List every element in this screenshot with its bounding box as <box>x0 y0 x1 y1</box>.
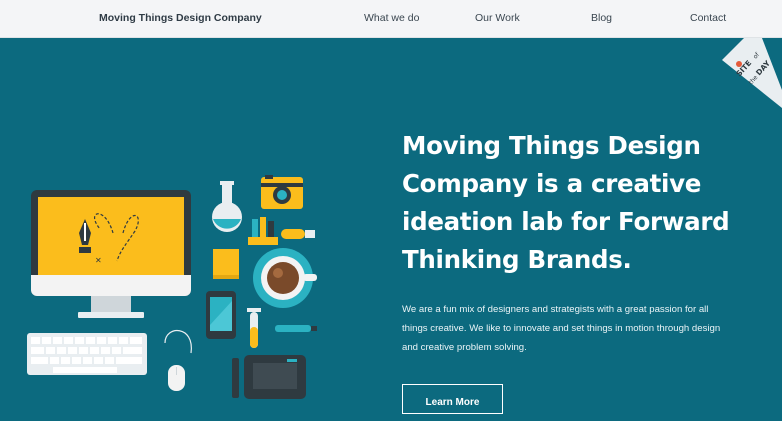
headline-line: Moving Things Design <box>402 131 701 160</box>
svg-text:✕: ✕ <box>95 256 102 265</box>
site-of-the-day-badge[interactable]: SITE of the DAY <box>722 38 782 108</box>
coffee-cup-icon <box>253 248 317 308</box>
test-tube-icon <box>247 308 261 348</box>
usb-drive-icon <box>281 229 315 239</box>
intro-line: things creative. We like to innovate and… <box>402 323 721 334</box>
drawing-tablet-icon <box>232 355 306 399</box>
creative-tools-illustration: ✕ <box>27 175 317 399</box>
learn-more-button[interactable]: Learn More <box>402 384 503 414</box>
headline-line: Company is a creative <box>402 169 702 198</box>
nav-what-we-do[interactable]: What we do <box>364 12 419 24</box>
intro-line: and creative problem solving. <box>402 342 527 353</box>
keyboard-icon <box>27 333 147 375</box>
intro-line: We are a fun mix of designers and strate… <box>402 304 709 315</box>
mouse-icon <box>164 329 192 391</box>
hero-intro-text: We are a fun mix of designers and strate… <box>402 300 774 357</box>
flask-icon <box>212 181 242 232</box>
top-navigation-bar: Moving Things Design Company What we do … <box>0 0 782 38</box>
crayons-icon <box>248 217 278 245</box>
sticky-note-icon <box>213 249 239 279</box>
headline-line: Thinking Brands. <box>402 245 632 274</box>
marker-icon <box>275 325 317 332</box>
hero-headline: Moving Things Design Company is a creati… <box>402 127 732 279</box>
nav-contact[interactable]: Contact <box>690 12 726 24</box>
badge-flower-icon <box>736 61 742 67</box>
camera-icon <box>261 175 303 209</box>
smartphone-icon <box>206 291 236 339</box>
brand-name[interactable]: Moving Things Design Company <box>99 12 262 24</box>
desktop-monitor-icon: ✕ <box>31 190 191 318</box>
nav-blog[interactable]: Blog <box>591 12 612 24</box>
nav-our-work[interactable]: Our Work <box>475 12 520 24</box>
headline-line: ideation lab for Forward <box>402 207 730 236</box>
